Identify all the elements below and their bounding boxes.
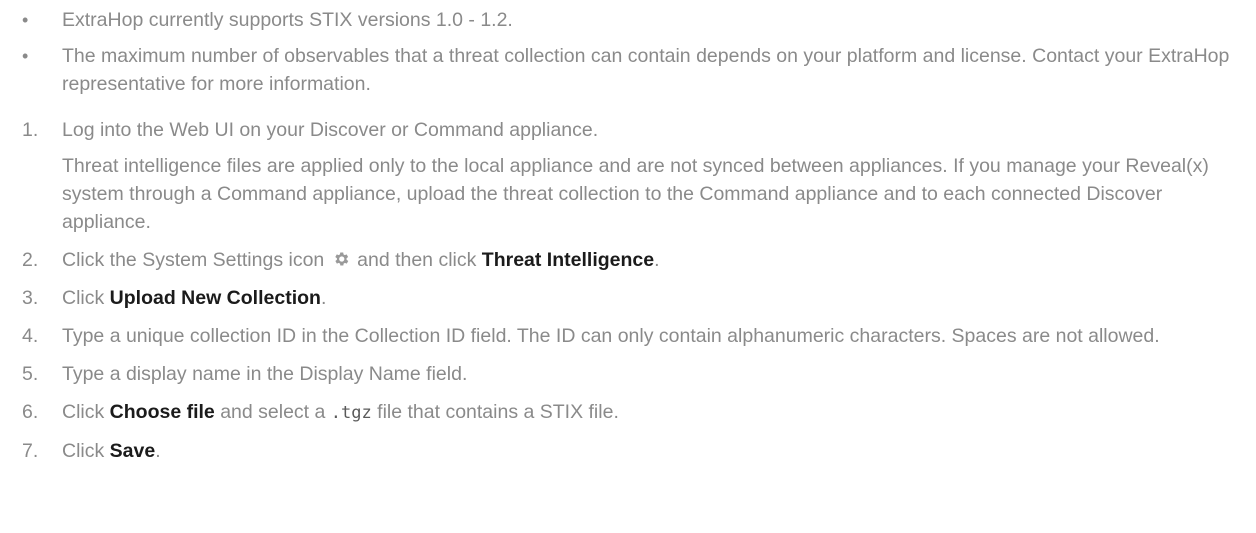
step-7: 7. Click Save. bbox=[22, 437, 1246, 465]
punctuation: . bbox=[155, 440, 161, 462]
step-text: and then click bbox=[357, 249, 477, 271]
gear-icon bbox=[332, 248, 350, 266]
list-item: • The maximum number of observables that… bbox=[22, 42, 1246, 98]
step-text: Click bbox=[62, 401, 105, 423]
document-body: • ExtraHop currently supports STIX versi… bbox=[0, 6, 1256, 465]
save-label: Save bbox=[109, 440, 156, 462]
step-text: Log into the Web UI on your Discover or … bbox=[62, 119, 599, 141]
step-2: 2. Click the System Settings icon and th… bbox=[22, 246, 1246, 274]
step-number: 1. bbox=[22, 119, 39, 141]
bullet-glyph: • bbox=[22, 46, 29, 66]
step-3: 3. Click Upload New Collection. bbox=[22, 284, 1246, 312]
choose-file-label: Choose file bbox=[109, 401, 215, 423]
step-text: and select a bbox=[220, 401, 326, 423]
step-number: 4. bbox=[22, 325, 39, 347]
step-text: Type a display name in the Display Name … bbox=[62, 363, 468, 385]
step-number: 2. bbox=[22, 249, 39, 271]
step-note: Threat intelligence files are applied on… bbox=[62, 155, 1209, 233]
step-number: 7. bbox=[22, 440, 39, 462]
step-text: Click bbox=[62, 287, 105, 309]
file-extension-code: .tgz bbox=[330, 403, 372, 423]
upload-new-collection-label: Upload New Collection bbox=[109, 287, 321, 309]
step-4: 4. Type a unique collection ID in the Co… bbox=[22, 322, 1246, 350]
list-item: • ExtraHop currently supports STIX versi… bbox=[22, 6, 1246, 34]
step-text: Click the System Settings icon bbox=[62, 249, 325, 271]
step-text: file that contains a STIX file. bbox=[377, 401, 619, 423]
step-1: 1. Log into the Web UI on your Discover … bbox=[22, 116, 1246, 236]
step-number: 6. bbox=[22, 401, 39, 423]
bullet-glyph: • bbox=[22, 10, 29, 30]
procedure-steps: 1. Log into the Web UI on your Discover … bbox=[22, 116, 1246, 465]
step-6: 6. Click Choose file and select a .tgz f… bbox=[22, 398, 1246, 427]
notes-list: • ExtraHop currently supports STIX versi… bbox=[22, 6, 1246, 98]
step-number: 3. bbox=[22, 287, 39, 309]
step-5: 5. Type a display name in the Display Na… bbox=[22, 360, 1246, 388]
punctuation: . bbox=[654, 249, 660, 271]
threat-intelligence-label: Threat Intelligence bbox=[481, 249, 655, 271]
step-text: Type a unique collection ID in the Colle… bbox=[62, 325, 1160, 347]
punctuation: . bbox=[320, 287, 327, 309]
step-number: 5. bbox=[22, 363, 39, 385]
note-text: ExtraHop currently supports STIX version… bbox=[62, 9, 513, 31]
step-text: Click bbox=[62, 440, 105, 462]
note-text: The maximum number of observables that a… bbox=[62, 45, 1230, 95]
